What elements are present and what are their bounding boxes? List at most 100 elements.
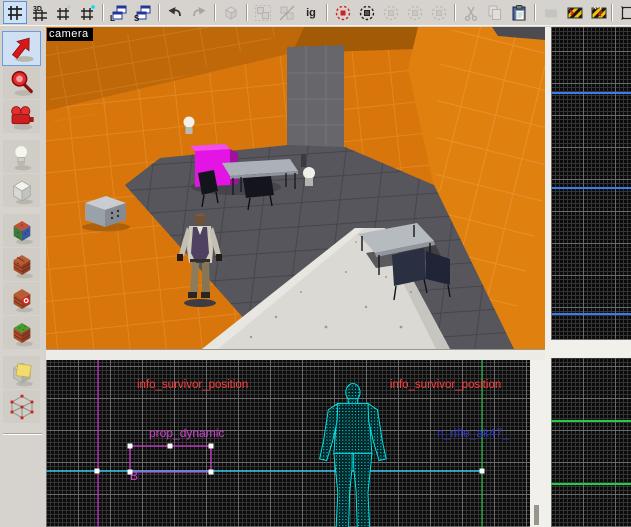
paste-icon — [510, 4, 528, 22]
block-cube-icon — [7, 176, 37, 206]
brick-cube-icon — [7, 250, 37, 280]
palette-divider — [3, 433, 42, 435]
viewport-2d-bottom-right[interactable] — [551, 358, 631, 527]
viewport-2d-top-right[interactable] — [551, 27, 631, 340]
selection-tool-button[interactable] — [2, 31, 41, 66]
lightbulb-icon — [7, 142, 37, 172]
main-toolbar: 3D L S ig — [0, 0, 631, 26]
gray-door-slab — [287, 45, 344, 151]
scene-2d-bottom: prop_dynamic n_rifle_ak47_ B info_surviv… — [46, 360, 509, 527]
magnify-tool-button[interactable] — [3, 66, 40, 99]
toolbar-separator — [326, 4, 328, 21]
entity-label-1: info_survivor_position — [137, 379, 248, 391]
grid-3d-icon: 3D — [30, 4, 48, 22]
select-mode-3-button[interactable] — [427, 1, 451, 24]
magnify-icon — [7, 68, 37, 98]
grid-larger-button[interactable] — [75, 1, 99, 24]
overlay-cube-icon — [7, 318, 37, 348]
texture-block-button[interactable] — [539, 1, 563, 24]
select-mode-icon — [406, 4, 424, 22]
brush-edge-line — [551, 92, 631, 94]
load-window-state-button[interactable]: L — [107, 1, 131, 24]
grid-smaller-button[interactable] — [51, 1, 75, 24]
selection-bounds-button[interactable] — [616, 1, 631, 24]
hollow-hazard-button[interactable] — [587, 1, 611, 24]
group-icon — [254, 4, 272, 22]
selection-handles[interactable] — [94, 443, 485, 475]
apply-decals-tool-button[interactable] — [3, 282, 40, 315]
viewport-2d-bottom[interactable]: prop_dynamic n_rifle_ak47_ B info_surviv… — [46, 360, 530, 527]
toolbar-separator — [158, 4, 160, 21]
entity-tool-button[interactable] — [3, 140, 40, 173]
toolbar-separator — [246, 4, 248, 21]
brush-edge-line — [551, 420, 631, 422]
right-view-scroll-area[interactable] — [551, 340, 631, 358]
ungroup-button[interactable] — [275, 1, 299, 24]
toolbar-separator — [214, 4, 216, 21]
redo-icon — [190, 4, 208, 22]
redo-button[interactable] — [187, 1, 211, 24]
apply-overlays-tool-button[interactable] — [3, 316, 40, 349]
selection-box[interactable] — [129, 445, 212, 473]
camera-tool-button[interactable] — [3, 100, 40, 133]
texture-application-tool-button[interactable] — [3, 214, 40, 247]
hammer-editor-window: 3D L S ig camera prop_dynamic n_rifle_ak… — [0, 0, 631, 527]
copy-button[interactable] — [483, 1, 507, 24]
entity-label-2: info_survivor_position — [390, 379, 501, 391]
carve-hazard-button[interactable] — [563, 1, 587, 24]
vertex-cube-icon — [7, 392, 37, 422]
toolbar-separator — [454, 4, 456, 21]
select-mode-icon — [382, 4, 400, 22]
undo-button[interactable] — [163, 1, 187, 24]
texture-cube-icon — [7, 216, 37, 246]
grid-icon — [6, 4, 24, 22]
select-through-black-button[interactable] — [355, 1, 379, 24]
scene-3d — [46, 27, 545, 349]
svg-text:S: S — [134, 14, 140, 22]
cut-button[interactable] — [459, 1, 483, 24]
selected-entity-label: prop_dynamic — [149, 426, 224, 440]
select-through-red-button[interactable] — [331, 1, 355, 24]
survivor-wireframe-1[interactable] — [319, 383, 387, 527]
ungroup-icon — [278, 4, 296, 22]
cut-icon — [462, 4, 480, 22]
svg-text:L: L — [110, 14, 115, 22]
save-window-state-icon: S — [134, 4, 152, 22]
undo-icon — [166, 4, 184, 22]
select-through-red-icon — [334, 4, 352, 22]
decal-cube-icon — [7, 284, 37, 314]
carve-icon — [222, 4, 240, 22]
ignore-groups-button[interactable]: ig — [299, 1, 323, 24]
selection-arrow-icon — [7, 34, 37, 64]
carve-button[interactable] — [219, 1, 243, 24]
block-tool-button[interactable] — [3, 174, 40, 207]
toolbar-separator — [534, 4, 536, 21]
copy-icon — [486, 4, 504, 22]
select-mode-2-button[interactable] — [403, 1, 427, 24]
carve-hazard-icon — [566, 4, 584, 22]
vertex-manipulation-tool-button[interactable] — [3, 390, 40, 423]
tool-palette — [0, 26, 45, 527]
select-mode-1-button[interactable] — [379, 1, 403, 24]
grid-toggle-button[interactable] — [3, 1, 27, 24]
bottom-view-scrollbar[interactable] — [530, 360, 545, 527]
scrollbar-thumb[interactable] — [534, 505, 539, 525]
group-button[interactable] — [251, 1, 275, 24]
grid-3d-button[interactable]: 3D — [27, 1, 51, 24]
save-window-state-button[interactable]: S — [131, 1, 155, 24]
svg-text:3D: 3D — [33, 6, 42, 13]
clip-cube-icon — [7, 358, 37, 388]
apply-current-texture-tool-button[interactable] — [3, 248, 40, 281]
brush-edge-line — [551, 187, 631, 189]
selection-bounds-icon — [619, 4, 631, 22]
paste-button[interactable] — [507, 1, 531, 24]
grid-larger-icon — [78, 4, 96, 22]
hollow-hazard-icon — [590, 4, 608, 22]
toolbar-separator — [611, 4, 613, 21]
brush-edge-line — [551, 313, 631, 315]
weapon-entity-label: n_rifle_ak47_ — [437, 426, 509, 440]
ignore-groups-label: ig — [306, 6, 316, 19]
grid-smaller-icon — [54, 4, 72, 22]
clipping-tool-button[interactable] — [3, 356, 40, 389]
viewport-3d-camera[interactable]: camera — [46, 27, 545, 349]
